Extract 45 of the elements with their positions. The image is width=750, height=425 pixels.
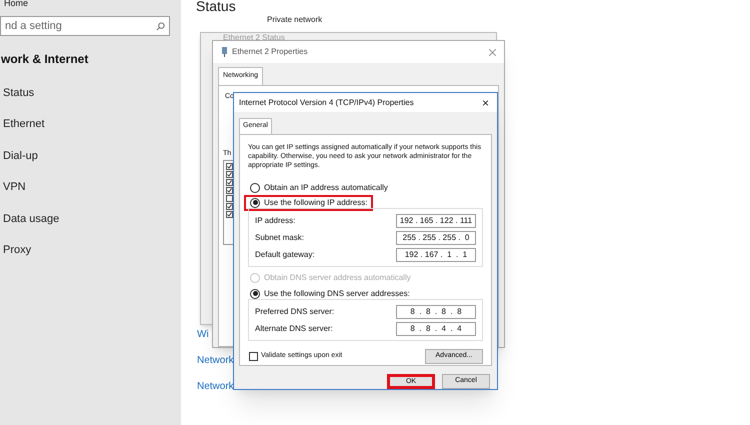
close-icon[interactable]	[489, 48, 496, 56]
field-label: IP address:	[255, 214, 296, 226]
ip-input-field[interactable]: 8 . 8 . 8 . 8	[396, 304, 476, 318]
ip-input-field[interactable]: 192 . 167 . 1 . 1	[396, 248, 476, 262]
sidebar-item[interactable]: Ethernet	[0, 108, 181, 140]
dialog-title: Internet Protocol Version 4 (TCP/IPv4) Properties	[239, 96, 414, 108]
window-title: Ethernet 2 Properties	[232, 46, 308, 58]
search-icon	[156, 22, 165, 30]
field-label: Default gateway:	[255, 248, 315, 260]
checkbox[interactable]	[226, 202, 233, 210]
checkbox[interactable]	[226, 162, 233, 170]
sidebar-item[interactable]: Status	[0, 77, 181, 108]
section-heading: work & Internet	[0, 51, 90, 68]
field-label: Alternate DNS server:	[255, 322, 333, 334]
settings-link[interactable]: Wi	[197, 327, 209, 342]
search-field[interactable]: nd a setting	[0, 16, 170, 36]
checkbox[interactable]	[226, 210, 233, 218]
field-label: Preferred DNS server:	[255, 306, 334, 318]
checkbox[interactable]	[226, 186, 233, 194]
close-button[interactable]: ×	[482, 96, 489, 108]
field-label: Subnet mask:	[255, 232, 304, 244]
radio-button[interactable]	[250, 288, 260, 298]
radio-label: Obtain an IP address automatically	[264, 182, 388, 194]
sidebar-item[interactable]: Data usage	[0, 203, 181, 234]
settings-link[interactable]: Network	[197, 379, 234, 394]
ip-input-field[interactable]: 8 . 8 . 4 . 4	[396, 322, 476, 336]
radio-label: Use the following IP address:	[264, 196, 368, 208]
radio-label: Use the following DNS server addresses:	[264, 288, 410, 300]
home-link[interactable]: Home	[0, 0, 181, 8]
checkbox[interactable]	[226, 178, 233, 186]
ip-input-field[interactable]: 255 . 255 . 255 . 0	[396, 230, 476, 244]
radio-button[interactable]	[250, 182, 260, 192]
page-title: Status	[196, 0, 236, 13]
network-type-text: Private network	[267, 14, 322, 26]
sidebar-item[interactable]: Dial-up	[0, 140, 181, 172]
sidebar-item[interactable]: VPN	[0, 172, 181, 203]
checkbox[interactable]	[249, 352, 258, 360]
radio-label: Obtain DNS server address automatically	[264, 272, 411, 284]
ip-input-field[interactable]: 192 . 165 . 122 . 111	[396, 214, 476, 228]
checkbox[interactable]	[226, 170, 233, 178]
settings-link[interactable]: Network	[197, 353, 234, 368]
sidebar-item[interactable]: Proxy	[0, 234, 181, 266]
radio-button[interactable]	[250, 198, 260, 208]
network-adapter-icon	[221, 47, 228, 57]
window-title: Ethernet 2 Status	[223, 34, 285, 42]
